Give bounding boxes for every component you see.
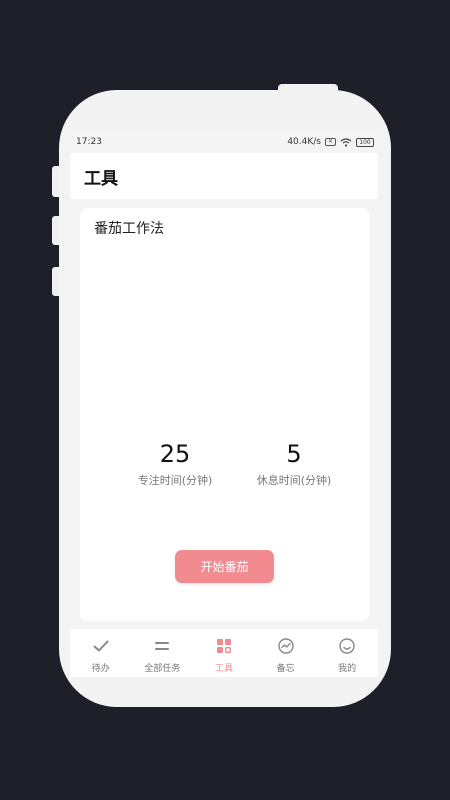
list-icon (155, 642, 170, 650)
network-speed: 40.4K/s (287, 137, 321, 147)
tab-label-all-tasks: 全部任务 (144, 664, 181, 674)
tab-memo[interactable]: 备忘 (255, 629, 317, 677)
status-time: 17:23 (76, 137, 102, 147)
tab-all-tasks[interactable]: 全部任务 (132, 629, 194, 677)
tab-label-memo: 备忘 (276, 664, 295, 674)
status-bar: 17:23 40.4K/s × 100 (70, 131, 378, 153)
tab-profile[interactable]: 我的 (316, 629, 378, 677)
rest-time-label: 休息时间(分钟) (256, 474, 332, 487)
smile-icon (339, 638, 355, 654)
tab-todo[interactable]: 待办 (70, 629, 132, 677)
app-screen: 17:23 40.4K/s × 100 工具 番茄工作法 25 专注时间(分钟)… (70, 131, 378, 677)
app-header: 工具 (70, 153, 378, 199)
tab-label-tools: 工具 (214, 664, 233, 674)
sim-icon: × (325, 138, 336, 146)
rest-time-value[interactable]: 5 (234, 438, 354, 470)
tab-label-todo: 待办 (91, 664, 110, 674)
pomodoro-title: 番茄工作法 (94, 221, 164, 237)
start-pomodoro-button[interactable]: 开始番茄 (175, 550, 274, 583)
focus-time-label: 专注时间(分钟) (137, 474, 213, 487)
rest-time-setting[interactable]: 5 休息时间(分钟) (234, 438, 354, 488)
wifi-icon (340, 137, 352, 147)
battery-icon: 100 (356, 137, 374, 147)
page-title: 工具 (84, 168, 118, 189)
tab-label-profile: 我的 (338, 664, 357, 674)
check-icon (93, 640, 109, 652)
tab-tools[interactable]: 工具 (193, 629, 255, 677)
grid-icon (216, 639, 231, 653)
focus-time-value[interactable]: 25 (115, 438, 235, 470)
status-indicators: 40.4K/s × 100 (287, 137, 374, 147)
trend-icon (277, 638, 294, 654)
bottom-tab-bar: 待办 全部任务 工具 备忘 我的 (70, 629, 378, 677)
focus-time-setting[interactable]: 25 专注时间(分钟) (115, 438, 235, 488)
pomodoro-card: 番茄工作法 25 专注时间(分钟) 5 休息时间(分钟) 开始番茄 (80, 208, 369, 621)
